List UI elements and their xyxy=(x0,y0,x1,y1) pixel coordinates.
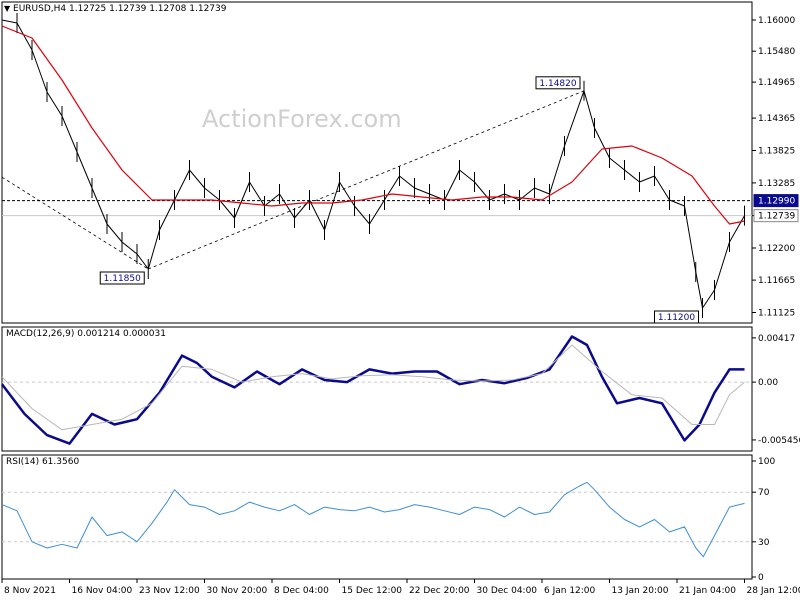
y-tick-label: 1.11665 xyxy=(758,276,795,286)
price-label-text: 1.12739 xyxy=(758,212,795,222)
annotation-label: 1.14820 xyxy=(539,79,576,89)
annotation-label: 1.11200 xyxy=(658,313,695,323)
y-tick-label: 30 xyxy=(758,538,770,548)
x-tick-label: 28 Jan 12:00 xyxy=(747,586,800,596)
dropdown-arrow-icon[interactable]: ▼ xyxy=(4,4,10,13)
y-tick-label: 1.11125 xyxy=(758,309,795,319)
y-tick-label: 1.12200 xyxy=(758,244,795,254)
y-tick-label: 100 xyxy=(758,457,775,467)
y-tick-label: 70 xyxy=(758,488,770,498)
panel-frame xyxy=(2,455,752,579)
y-tick-label: 1.16000 xyxy=(758,16,795,26)
macd-signal-line xyxy=(2,345,745,430)
panel-frame xyxy=(2,327,752,451)
x-tick-label: 22 Dec 20:00 xyxy=(409,586,470,596)
annotation-label: 1.11850 xyxy=(104,274,141,284)
x-tick-label: 8 Dec 04:00 xyxy=(274,586,329,596)
symbol-label: EURUSD,H4 xyxy=(13,4,66,14)
x-tick-label: 8 Nov 2021 xyxy=(4,586,56,596)
x-tick-label: 16 Nov 04:00 xyxy=(72,586,133,596)
rsi-line xyxy=(2,482,745,556)
y-tick-label: 1.13825 xyxy=(758,147,795,157)
watermark: ActionForex.com xyxy=(202,105,402,133)
chart-canvas: 1.16000 1.15480 1.14965 1.14365 1.13825 1.132… xyxy=(0,0,800,600)
rsi-title: RSI(14) 61.3560 xyxy=(6,457,79,467)
y-tick-label: 0.00 xyxy=(758,378,778,388)
y-tick-label: 1.15480 xyxy=(758,47,795,57)
x-tick-label: 30 Nov 20:00 xyxy=(207,586,268,596)
y-tick-label: -0.005456 xyxy=(758,436,800,446)
x-tick-label: 21 Jan 04:00 xyxy=(679,586,736,596)
chart-window: 1.16000 1.15480 1.14965 1.14365 1.13825 1.132… xyxy=(0,0,800,600)
x-tick-label: 30 Dec 04:00 xyxy=(477,586,538,596)
price-label-text: 1.12990 xyxy=(758,197,795,207)
price-header: ▼ EURUSD,H4 1.12725 1.12739 1.12708 1.12… xyxy=(4,4,226,14)
trendline xyxy=(2,177,148,269)
y-tick-label: 0.00417 xyxy=(758,334,795,344)
macd-title: MACD(12,26,9) 0.001214 0.000031 xyxy=(6,329,166,339)
x-tick-label: 15 Dec 12:00 xyxy=(342,586,403,596)
x-tick-label: 13 Jan 20:00 xyxy=(612,586,669,596)
macd-main-line xyxy=(2,337,745,444)
y-tick-label: 0 xyxy=(758,573,764,583)
x-tick-label: 6 Jan 12:00 xyxy=(544,586,596,596)
ohlc-values: 1.12725 1.12739 1.12708 1.12739 xyxy=(69,4,226,14)
y-tick-label: 1.14965 xyxy=(758,78,795,88)
y-tick-label: 1.14365 xyxy=(758,114,795,124)
x-tick-label: 23 Nov 12:00 xyxy=(139,586,200,596)
y-tick-label: 1.13285 xyxy=(758,179,795,189)
price-line xyxy=(2,20,745,308)
